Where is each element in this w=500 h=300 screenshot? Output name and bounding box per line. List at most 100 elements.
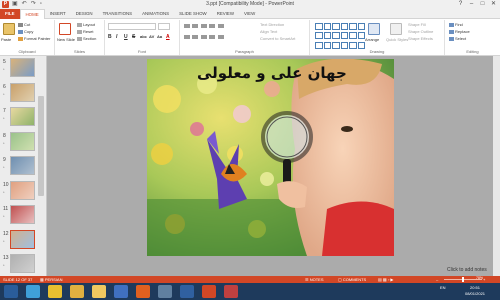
tab-animations[interactable]: ANIMATIONS bbox=[137, 9, 174, 19]
line-spacing-icon[interactable] bbox=[217, 23, 224, 28]
slide-sorter-icon[interactable]: ▦ bbox=[383, 277, 387, 282]
shape-cross-icon[interactable] bbox=[340, 41, 348, 49]
shape-fill-button[interactable]: Shape Fill bbox=[408, 22, 426, 27]
zoom-level[interactable]: 78% bbox=[476, 275, 483, 282]
convert-to-smartart-button[interactable]: Convert to SmartArt bbox=[260, 36, 295, 41]
font-color-button[interactable]: A bbox=[166, 34, 170, 40]
photoshop-icon[interactable] bbox=[180, 285, 194, 298]
align-text-button[interactable]: Align Text bbox=[260, 29, 277, 34]
section-button[interactable]: Section bbox=[77, 36, 96, 41]
zoom-slider-handle[interactable] bbox=[462, 277, 464, 282]
tab-view[interactable]: VIEW bbox=[239, 9, 260, 19]
tab-home[interactable]: HOME bbox=[19, 9, 45, 19]
shape-effects-button[interactable]: Shape Effects bbox=[408, 36, 433, 41]
current-slide[interactable]: جهان علی و معلولی bbox=[147, 59, 394, 256]
comments-button[interactable]: ▢ COMMENTS bbox=[338, 276, 366, 283]
minimize-icon[interactable]: – bbox=[466, 0, 477, 9]
help-icon[interactable]: ? bbox=[455, 0, 466, 9]
close-icon[interactable]: ✕ bbox=[488, 0, 499, 9]
character-spacing-button[interactable]: AV bbox=[149, 34, 154, 39]
tab-design[interactable]: DESIGN bbox=[71, 9, 98, 19]
powerpoint-taskbar-icon[interactable] bbox=[202, 285, 216, 298]
slides-panel-scrollbar[interactable] bbox=[37, 56, 45, 276]
shape-triangle-icon[interactable] bbox=[349, 23, 357, 30]
explorer-icon[interactable] bbox=[70, 285, 84, 298]
language-indicator[interactable]: ▦ PERSIAN bbox=[40, 276, 62, 283]
bullets-icon[interactable] bbox=[184, 23, 190, 28]
columns-icon[interactable] bbox=[217, 34, 224, 39]
tab-transitions[interactable]: TRANSITIONS bbox=[98, 9, 138, 19]
layout-button[interactable]: Layout bbox=[77, 22, 95, 27]
shape-hexagon-icon[interactable] bbox=[332, 41, 340, 49]
arrange-button[interactable]: Arrange bbox=[365, 37, 379, 42]
shape-oval-icon[interactable] bbox=[323, 23, 331, 30]
tab-slide-show[interactable]: SLIDE SHOW bbox=[174, 9, 212, 19]
font-name-dropdown[interactable] bbox=[108, 23, 156, 30]
italic-button[interactable]: I bbox=[116, 34, 117, 40]
new-slide-button[interactable]: New Slide bbox=[57, 37, 75, 42]
find-button[interactable]: Find bbox=[449, 22, 463, 27]
numbering-icon[interactable] bbox=[192, 23, 199, 28]
strikethrough-button[interactable]: S bbox=[132, 34, 135, 40]
shape-callout-icon[interactable] bbox=[349, 32, 357, 40]
align-right-icon[interactable] bbox=[200, 34, 207, 39]
font-size-dropdown[interactable] bbox=[158, 23, 170, 30]
change-case-button[interactable]: Aa bbox=[157, 34, 162, 39]
shape-star-icon[interactable] bbox=[357, 23, 365, 30]
shapes-gallery[interactable] bbox=[315, 23, 365, 50]
paint-icon[interactable] bbox=[224, 285, 238, 298]
shape-rounded-icon[interactable] bbox=[315, 32, 323, 40]
shape-arrow-icon[interactable] bbox=[340, 23, 348, 30]
shape-outline-button[interactable]: Shape Outline bbox=[408, 29, 433, 34]
slide-title[interactable]: جهان علی و معلولی bbox=[197, 64, 347, 82]
shape-curve-icon[interactable] bbox=[340, 32, 348, 40]
paste-button[interactable]: Paste bbox=[1, 37, 11, 42]
align-left-icon[interactable] bbox=[184, 34, 190, 39]
select-button[interactable]: Select bbox=[449, 36, 466, 41]
quick-styles-icon[interactable] bbox=[390, 23, 402, 35]
format-painter-button[interactable]: Format Painter bbox=[18, 36, 50, 41]
new-slide-icon[interactable] bbox=[59, 23, 71, 35]
folder-icon[interactable] bbox=[92, 285, 106, 298]
align-center-icon[interactable] bbox=[192, 34, 199, 39]
media-icon[interactable] bbox=[114, 285, 128, 298]
tray-language[interactable]: EN bbox=[440, 285, 446, 290]
zoom-in-icon[interactable]: + bbox=[483, 276, 485, 283]
reset-button[interactable]: Reset bbox=[77, 29, 93, 34]
notes-placeholder[interactable]: Click to add notes bbox=[447, 267, 487, 273]
increase-indent-icon[interactable] bbox=[209, 23, 216, 28]
start-button-icon[interactable] bbox=[4, 285, 18, 298]
underline-button[interactable]: U bbox=[124, 34, 128, 40]
copy-button[interactable]: Copy bbox=[18, 29, 33, 34]
shape-line-icon[interactable] bbox=[332, 23, 340, 30]
shape-pentagon-icon[interactable] bbox=[323, 41, 331, 49]
chrome-icon[interactable] bbox=[48, 285, 62, 298]
shape-rectangle-icon[interactable] bbox=[315, 23, 323, 30]
notes-button[interactable]: ☰ NOTES bbox=[305, 276, 323, 283]
editor-scrollbar[interactable] bbox=[493, 56, 500, 276]
shape-more-icon[interactable] bbox=[357, 32, 365, 40]
quick-styles-button[interactable]: Quick Styles bbox=[386, 37, 408, 42]
telegram-icon[interactable] bbox=[26, 285, 40, 298]
tab-file[interactable]: FILE bbox=[0, 9, 20, 19]
shape-heart-icon[interactable] bbox=[349, 41, 357, 49]
firefox-icon[interactable] bbox=[136, 285, 150, 298]
tray-clock[interactable]: 20:51 08/01/2021 bbox=[465, 285, 485, 297]
paste-icon[interactable] bbox=[3, 23, 15, 35]
restore-icon[interactable]: □ bbox=[477, 0, 488, 9]
arrange-icon[interactable] bbox=[368, 23, 380, 35]
slides-panel-scroll-thumb[interactable] bbox=[38, 96, 44, 196]
shape-moon-icon[interactable] bbox=[357, 41, 365, 49]
shape-bracket-icon[interactable] bbox=[332, 32, 340, 40]
app-icon[interactable] bbox=[158, 285, 172, 298]
cut-button[interactable]: Cut bbox=[18, 22, 30, 27]
replace-button[interactable]: Replace bbox=[449, 29, 470, 34]
text-direction-button[interactable]: Text Direction bbox=[260, 22, 284, 27]
slideshow-view-icon[interactable]: ▶ bbox=[390, 277, 393, 282]
tab-insert[interactable]: INSERT bbox=[45, 9, 71, 19]
shape-block-arrow-icon[interactable] bbox=[315, 41, 323, 49]
normal-view-icon[interactable]: ▤ bbox=[378, 277, 382, 282]
shadow-button[interactable]: abc bbox=[140, 34, 147, 39]
shape-diamond-icon[interactable] bbox=[323, 32, 331, 40]
bold-button[interactable]: B bbox=[108, 34, 112, 40]
